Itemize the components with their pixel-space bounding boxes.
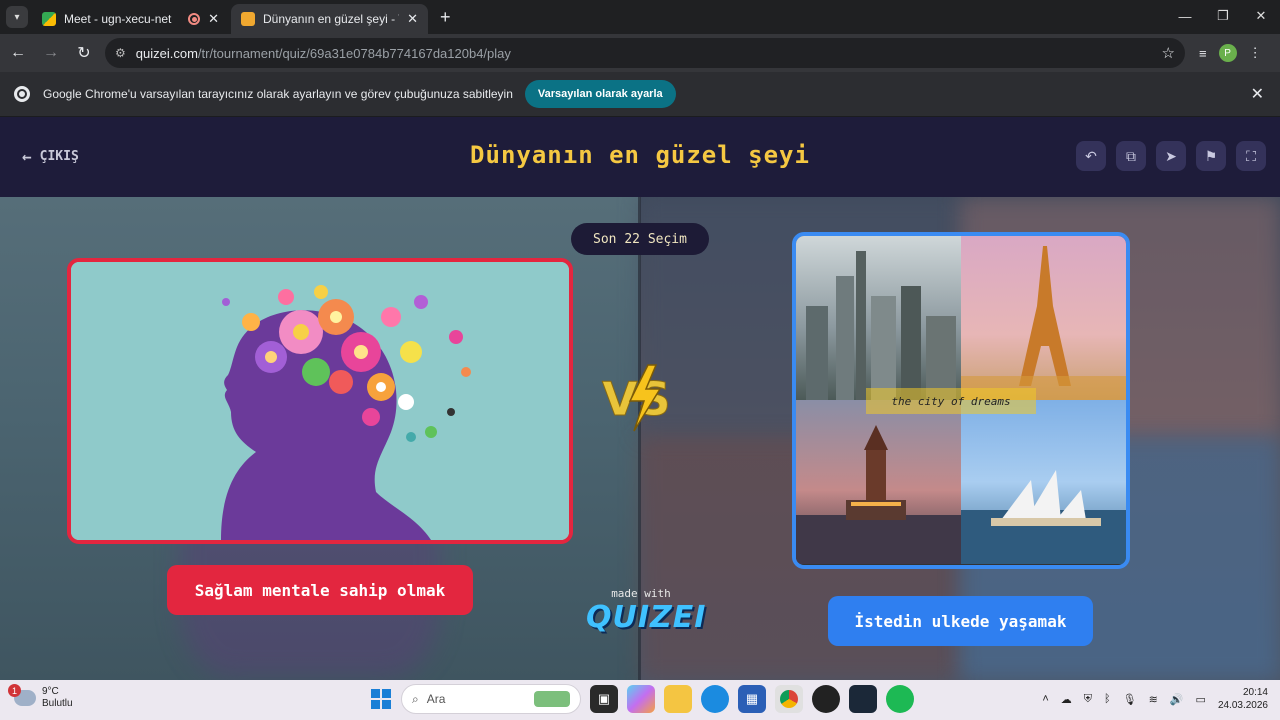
- forward-icon[interactable]: →: [36, 38, 66, 68]
- minimize-icon[interactable]: —: [1166, 0, 1204, 32]
- copilot-icon[interactable]: [627, 685, 655, 713]
- notification-badge: 1: [8, 684, 21, 697]
- nyc-photo: [796, 236, 961, 400]
- search-icon: ⌕: [412, 691, 419, 706]
- chrome-icon: [14, 86, 30, 102]
- site-info-icon[interactable]: ⚙: [115, 46, 126, 60]
- right-option-image[interactable]: the city of dreams: [792, 232, 1130, 569]
- undo-icon[interactable]: ↶: [1076, 141, 1106, 171]
- url-host: quizei.com: [135, 45, 198, 61]
- system-tray: ˄ ☁ ⛨ ᛒ 🎙 ≋ 🔊 ▭ 20:14 24.03.2026: [1042, 686, 1268, 712]
- profile-avatar[interactable]: P: [1218, 44, 1237, 62]
- send-icon[interactable]: ➤: [1156, 141, 1186, 171]
- battery-icon[interactable]: ▭: [1196, 693, 1206, 706]
- task-view-icon[interactable]: ▣: [590, 685, 618, 713]
- spotify-icon[interactable]: [886, 685, 914, 713]
- restore-icon[interactable]: ❐: [1204, 0, 1242, 32]
- skyline-illustration: [806, 251, 956, 400]
- security-icon[interactable]: ⛨: [1084, 693, 1092, 706]
- left-option-image[interactable]: [67, 258, 573, 544]
- tab-quizei[interactable]: Dünyanın en güzel şeyi - Tier Li ✕: [231, 4, 428, 34]
- cloud-icon: 1: [8, 684, 36, 706]
- right-option-button[interactable]: İstedin ulkede yaşamak: [828, 596, 1093, 646]
- flower-head-illustration: [71, 262, 569, 540]
- round-badge: Son 22 Seçim: [571, 223, 709, 255]
- tab-title: Meet - ugn-xecu-net: [64, 12, 172, 26]
- quizei-logo: QUIZEI: [586, 600, 707, 635]
- tab-meet[interactable]: Meet - ugn-xecu-net ✕: [32, 4, 229, 34]
- close-tab-icon[interactable]: ✕: [208, 11, 219, 27]
- chrome-taskbar-icon[interactable]: [775, 685, 803, 713]
- fullscreen-icon[interactable]: ⛶: [1236, 141, 1266, 171]
- clock[interactable]: 20:14 24.03.2026: [1218, 686, 1268, 712]
- address-bar[interactable]: ⚙ quizei.com/tr/tournament/quiz/69a31e07…: [105, 38, 1185, 68]
- wifi-icon[interactable]: ≋: [1149, 693, 1158, 706]
- header-actions: ↶ ⧉ ➤ ⚑ ⛶: [1076, 141, 1266, 171]
- default-browser-infobar: Google Chrome'u varsayılan tarayıcınız o…: [0, 72, 1280, 117]
- recording-icon: [188, 13, 201, 25]
- opera-house-illustration: [961, 470, 1126, 564]
- taskbar-apps: ⌕ Ara ▣ ▦: [370, 684, 914, 714]
- new-tab-button[interactable]: +: [430, 7, 461, 34]
- tab-search-button[interactable]: ▾: [6, 6, 28, 28]
- tab-title: Dünyanın en güzel şeyi - Tier Li: [263, 12, 399, 26]
- paris-photo: [961, 236, 1126, 400]
- quizei-favicon-icon: [241, 12, 255, 26]
- store-icon[interactable]: ▦: [738, 685, 766, 713]
- file-explorer-icon[interactable]: [664, 685, 692, 713]
- window-controls: — ❐ ✕: [1166, 0, 1280, 32]
- windows-taskbar: 1 9°C Bulutlu ⌕ Ara ▣ ▦ ˄ ☁ ⛨ ᛒ 🎙 ≋ 🔊 ▭ …: [0, 680, 1280, 720]
- browser-tab-strip: ▾ Meet - ugn-xecu-net ✕ Dünyanın en güze…: [0, 0, 1280, 34]
- browser-toolbar: ← → ↻ ⚙ quizei.com/tr/tournament/quiz/69…: [0, 34, 1280, 72]
- search-placeholder: Ara: [426, 692, 446, 706]
- close-tab-icon[interactable]: ✕: [407, 11, 418, 27]
- volume-icon[interactable]: 🔊: [1170, 693, 1184, 706]
- maiden-tower-illustration: [796, 425, 961, 564]
- made-with-label: made with: [611, 587, 671, 600]
- infobar-close-icon[interactable]: ✕: [1251, 84, 1264, 104]
- menu-kebab-icon[interactable]: ⋮: [1249, 45, 1262, 61]
- set-default-button[interactable]: Varsayılan olarak ayarla: [524, 80, 676, 108]
- obs-icon[interactable]: [812, 685, 840, 713]
- weather-desc: Bulutlu: [42, 698, 73, 709]
- meet-favicon-icon: [42, 12, 56, 26]
- microphone-icon[interactable]: 🎙: [1123, 693, 1137, 706]
- share-icon[interactable]: ⧉: [1116, 141, 1146, 171]
- flag-icon[interactable]: ⚑: [1196, 141, 1226, 171]
- bluetooth-icon[interactable]: ᛒ: [1104, 693, 1111, 705]
- steam-icon[interactable]: [849, 685, 877, 713]
- reload-icon[interactable]: ↻: [69, 38, 99, 68]
- sydney-photo: [961, 400, 1126, 564]
- weather-temp: 9°C: [42, 686, 59, 697]
- made-with-branding[interactable]: made with QUIZEI: [586, 587, 707, 635]
- back-icon[interactable]: ←: [3, 38, 33, 68]
- istanbul-photo: [796, 400, 961, 564]
- media-controls-icon[interactable]: ≡: [1199, 46, 1207, 61]
- vs-lightning-icon: VS: [602, 364, 671, 432]
- search-highlight-icon: [534, 691, 570, 707]
- bookmark-star-icon[interactable]: ☆: [1162, 44, 1175, 62]
- match-stage: Son 22 Seçim the city of dreams Sağlam m…: [0, 197, 1280, 680]
- left-option-button[interactable]: Sağlam mentale sahip olmak: [167, 565, 473, 615]
- edge-icon[interactable]: [701, 685, 729, 713]
- url-path: /tr/tournament/quiz/69a31e0784b774167da1…: [197, 45, 511, 61]
- chevron-up-icon[interactable]: ˄: [1042, 693, 1048, 705]
- eiffel-tower-illustration: [961, 246, 1126, 400]
- onedrive-icon[interactable]: ☁: [1061, 693, 1072, 706]
- taskbar-search[interactable]: ⌕ Ara: [401, 684, 581, 714]
- clock-time: 20:14: [1242, 687, 1268, 698]
- quiz-header: ← ÇIKIŞ Dünyanın en güzel şeyi ↶ ⧉ ➤ ⚑ ⛶: [0, 117, 1280, 197]
- windows-start-icon[interactable]: [370, 688, 392, 710]
- infobar-message: Google Chrome'u varsayılan tarayıcınız o…: [43, 87, 513, 101]
- clock-date: 24.03.2026: [1217, 700, 1268, 711]
- close-window-icon[interactable]: ✕: [1242, 0, 1280, 32]
- weather-widget[interactable]: 1 9°C Bulutlu: [8, 684, 73, 710]
- city-of-dreams-overlay: the city of dreams: [866, 388, 1036, 414]
